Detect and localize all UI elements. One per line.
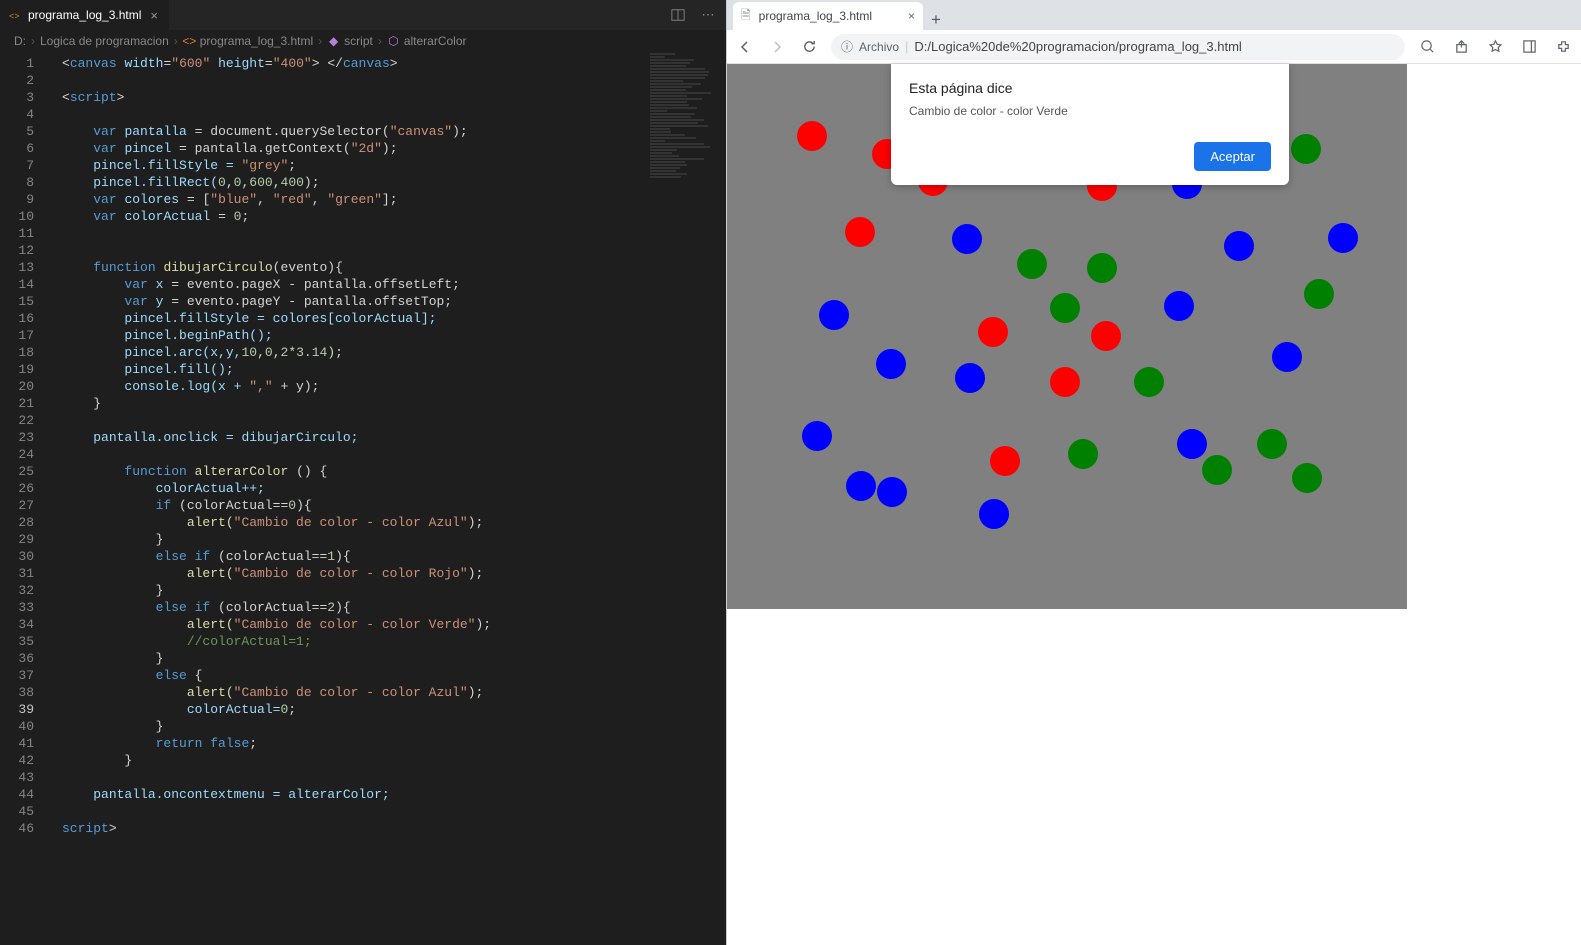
code-content[interactable]: <canvas width="600" height="400"> </canv… — [48, 52, 726, 945]
breadcrumb-segment[interactable]: ◆script — [327, 34, 373, 48]
line-gutter: 1234567891011121314151617181920212223242… — [0, 52, 48, 945]
address-url: D:/Logica%20de%20programacion/programa_l… — [914, 39, 1241, 54]
breadcrumb-segment[interactable]: ⬡alterarColor — [387, 34, 467, 48]
browser-pane: 🗎 programa_log_3.html × + ⓘ Archivo | D:… — [726, 0, 1581, 945]
canvas-circle — [990, 446, 1020, 476]
canvas-circle — [1328, 223, 1358, 253]
panel-icon[interactable] — [1519, 37, 1539, 57]
canvas-circle — [797, 121, 827, 151]
split-editor-icon[interactable] — [670, 7, 686, 23]
browser-tab-title: programa_log_3.html — [759, 9, 872, 23]
canvas-circle — [978, 317, 1008, 347]
new-tab-button[interactable]: + — [923, 10, 949, 30]
canvas-circle — [1134, 367, 1164, 397]
editor-right-controls: ⋯ — [670, 7, 726, 23]
canvas-circle — [952, 224, 982, 254]
editor-pane: <> programa_log_3.html × ⋯ D:› Logica de… — [0, 0, 726, 945]
canvas-circle — [1091, 321, 1121, 351]
canvas-circle — [877, 477, 907, 507]
address-bar[interactable]: ⓘ Archivo | D:/Logica%20de%20programacio… — [831, 34, 1405, 60]
page-icon: 🗎 — [741, 6, 751, 27]
canvas-circle — [1164, 291, 1194, 321]
dialog-title: Esta página dice — [909, 80, 1271, 96]
back-button[interactable] — [735, 37, 755, 57]
minimap[interactable] — [646, 52, 726, 172]
canvas-circle — [979, 499, 1009, 529]
forward-button[interactable] — [767, 37, 787, 57]
canvas-circle — [819, 300, 849, 330]
canvas-circle — [1068, 439, 1098, 469]
browser-toolbar: ⓘ Archivo | D:/Logica%20de%20programacio… — [727, 30, 1581, 64]
star-icon[interactable] — [1485, 37, 1505, 57]
canvas-circle — [1224, 231, 1254, 261]
browser-content: Esta página dice Cambio de color - color… — [727, 64, 1581, 945]
editor-tab-bar: <> programa_log_3.html × ⋯ — [0, 0, 726, 30]
close-icon[interactable]: × — [147, 8, 161, 23]
canvas-circle — [1087, 253, 1117, 283]
reload-button[interactable] — [799, 37, 819, 57]
browser-tab[interactable]: 🗎 programa_log_3.html × — [733, 2, 923, 30]
canvas-circle — [846, 471, 876, 501]
canvas-circle — [802, 421, 832, 451]
canvas-circle — [955, 363, 985, 393]
close-icon[interactable]: × — [908, 9, 915, 23]
canvas-circle — [1257, 429, 1287, 459]
canvas-circle — [1304, 279, 1334, 309]
dialog-message: Cambio de color - color Verde — [909, 104, 1271, 118]
canvas-circle — [1202, 455, 1232, 485]
html-file-icon: <> — [8, 8, 22, 22]
browser-tab-strip: 🗎 programa_log_3.html × + — [727, 0, 1581, 30]
breadcrumb-segment[interactable]: Logica de programacion — [40, 34, 169, 48]
canvas-circle — [1017, 249, 1047, 279]
zoom-icon[interactable] — [1417, 37, 1437, 57]
accept-button[interactable]: Aceptar — [1194, 142, 1271, 171]
code-editor[interactable]: 1234567891011121314151617181920212223242… — [0, 52, 726, 945]
canvas-circle — [1292, 463, 1322, 493]
breadcrumb[interactable]: D:› Logica de programacion› <>programa_l… — [0, 30, 726, 52]
canvas-circle — [876, 349, 906, 379]
canvas-circle — [1050, 293, 1080, 323]
breadcrumb-segment[interactable]: D: — [14, 34, 26, 48]
extensions-icon[interactable] — [1553, 37, 1573, 57]
canvas-circle — [1050, 367, 1080, 397]
info-icon[interactable]: ⓘ — [841, 38, 853, 55]
canvas-circle — [845, 217, 875, 247]
svg-text:<>: <> — [9, 10, 19, 20]
canvas-circle — [1291, 134, 1321, 164]
more-icon[interactable]: ⋯ — [700, 7, 716, 23]
share-icon[interactable] — [1451, 37, 1471, 57]
editor-tab[interactable]: <> programa_log_3.html × — [0, 0, 169, 30]
canvas-circle — [1272, 342, 1302, 372]
editor-tab-name: programa_log_3.html — [28, 8, 141, 22]
browser-tool-icons — [1417, 37, 1573, 57]
breadcrumb-segment[interactable]: <>programa_log_3.html — [183, 34, 313, 48]
canvas-circle — [1177, 429, 1207, 459]
alert-dialog: Esta página dice Cambio de color - color… — [891, 64, 1289, 185]
address-prefix: Archivo — [859, 40, 899, 54]
